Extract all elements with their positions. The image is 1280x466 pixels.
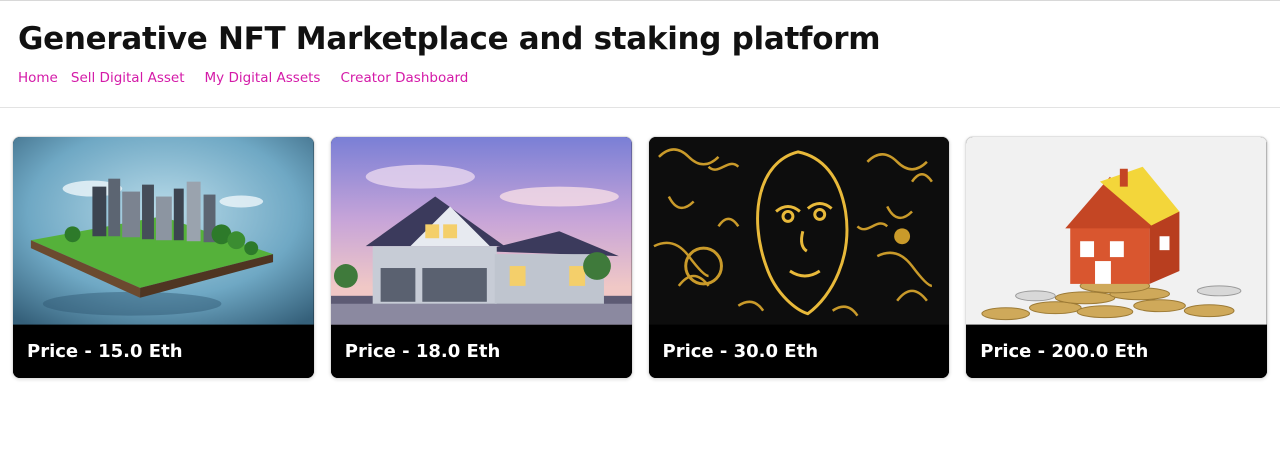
nft-card-grid: Price - 15.0 Eth Price - 18.0 Eth Price …: [0, 108, 1280, 379]
main-nav: Home Sell Digital Asset My Digital Asset…: [18, 70, 1262, 86]
nft-image-suburban-house: [330, 137, 632, 325]
nft-image-toy-house-coins: [966, 137, 1267, 325]
nft-price-label: Price - 30.0 Eth: [648, 324, 950, 378]
nft-card[interactable]: Price - 30.0 Eth: [647, 136, 951, 379]
nav-link-home[interactable]: Home: [18, 70, 58, 86]
nft-image-floating-city: [13, 137, 314, 325]
nft-card[interactable]: Price - 18.0 Eth: [329, 136, 633, 379]
nft-price-label: Price - 15.0 Eth: [13, 324, 314, 378]
nft-card[interactable]: Price - 15.0 Eth: [12, 136, 315, 379]
nft-price-label: Price - 18.0 Eth: [330, 324, 632, 378]
page-title: Generative NFT Marketplace and staking p…: [18, 21, 881, 57]
nft-card[interactable]: Price - 200.0 Eth: [965, 136, 1268, 379]
nav-link-creator-dashboard[interactable]: Creator Dashboard: [340, 70, 468, 86]
nft-price-label: Price - 200.0 Eth: [966, 324, 1267, 378]
app-header: Generative NFT Marketplace and staking p…: [0, 1, 1280, 108]
nav-link-my-digital-assets[interactable]: My Digital Assets: [205, 70, 321, 86]
nft-image-gold-line-art: [648, 137, 950, 325]
nav-link-sell-digital-asset[interactable]: Sell Digital Asset: [71, 70, 185, 86]
